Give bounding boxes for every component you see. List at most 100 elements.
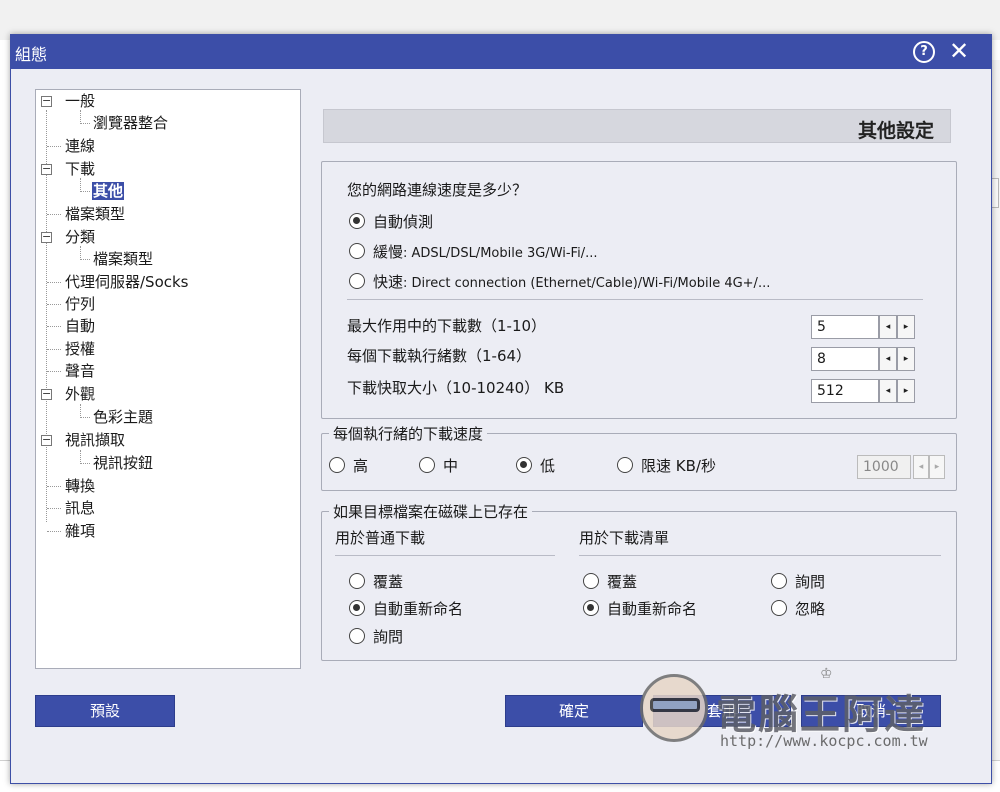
spin-right-icon[interactable]: ▸ bbox=[897, 315, 915, 339]
tree-connector bbox=[47, 282, 61, 283]
radio-list-ignore[interactable] bbox=[771, 600, 787, 616]
tree-connector bbox=[47, 508, 61, 509]
radio-normal-overwrite[interactable] bbox=[349, 573, 365, 589]
tree-item-video-capture[interactable]: 視訊擷取 bbox=[64, 429, 126, 451]
spin-left-icon[interactable]: ◂ bbox=[879, 379, 897, 403]
option-label: 覆蓋 bbox=[373, 573, 404, 591]
radio-speed-limit[interactable] bbox=[617, 457, 633, 473]
window-title: 組態 bbox=[15, 45, 48, 64]
tree-item-label: 色彩主題 bbox=[93, 408, 154, 426]
tree-item-proxy[interactable]: 代理伺服器/Socks bbox=[64, 271, 190, 293]
tree-item-label: 視訊按鈕 bbox=[93, 454, 154, 472]
tree-connector bbox=[80, 123, 90, 124]
tree-item-label: 授權 bbox=[65, 340, 96, 358]
tree-item-video-button[interactable]: 視訊按鈕 bbox=[92, 452, 154, 474]
radio-fast[interactable] bbox=[349, 273, 365, 289]
tree-item-label: 聲音 bbox=[65, 362, 96, 380]
radio-auto-detect[interactable] bbox=[349, 213, 365, 229]
radio-speed-medium[interactable] bbox=[419, 457, 435, 473]
tree-connector bbox=[47, 326, 61, 327]
option-label: 詢問 bbox=[373, 628, 404, 646]
tree-connector bbox=[80, 450, 81, 464]
tree-connector bbox=[80, 246, 81, 260]
option-label: 低 bbox=[540, 457, 556, 475]
tree-item-messages[interactable]: 訊息 bbox=[64, 497, 96, 519]
tree-connector bbox=[80, 417, 90, 418]
cache-size-input[interactable]: 512 bbox=[811, 379, 879, 403]
tree-connector bbox=[80, 404, 81, 418]
tree-item-browser-integration[interactable]: 瀏覽器整合 bbox=[92, 112, 169, 134]
option-label: 快速: Direct connection (Ethernet/Cable)/W… bbox=[373, 273, 771, 291]
spin-left-icon[interactable]: ◂ bbox=[913, 455, 929, 479]
spin-right-icon[interactable]: ▸ bbox=[897, 347, 915, 371]
tree-item-downloads[interactable]: 下載 bbox=[64, 158, 96, 180]
tree-item-conversion[interactable]: 轉換 bbox=[64, 475, 96, 497]
tree-item-categories[interactable]: 分類 bbox=[64, 226, 96, 248]
group-title: 如果目標檔案在磁碟上已存在 bbox=[329, 501, 533, 522]
tree-item-label: 檔案類型 bbox=[65, 205, 126, 223]
spin-left-icon[interactable]: ◂ bbox=[879, 347, 897, 371]
option-label: 忽略 bbox=[795, 600, 826, 618]
tree-item-misc[interactable]: 雜項 bbox=[64, 520, 96, 542]
collapse-icon[interactable]: − bbox=[41, 95, 52, 107]
tree-item-label: 連線 bbox=[65, 137, 96, 155]
tree-item-connection[interactable]: 連線 bbox=[64, 135, 96, 157]
radio-normal-ask[interactable] bbox=[349, 628, 365, 644]
watermark: ♔ 電腦王阿達 http://www.kocpc.com.tw bbox=[640, 664, 960, 758]
tree-item-other[interactable]: 其他 bbox=[92, 180, 125, 202]
tree-item-label: 一般 bbox=[65, 92, 96, 110]
radio-speed-low[interactable] bbox=[516, 457, 532, 473]
tree-item-category-file-types[interactable]: 檔案類型 bbox=[92, 248, 154, 270]
tree-item-automatic[interactable]: 自動 bbox=[64, 315, 96, 337]
max-active-downloads-input[interactable]: 5 bbox=[811, 315, 879, 339]
radio-slow[interactable] bbox=[349, 243, 365, 259]
tree-item-label: 訊息 bbox=[65, 499, 96, 517]
help-icon[interactable]: ? bbox=[913, 41, 935, 63]
collapse-icon[interactable]: − bbox=[41, 231, 52, 243]
spin-left-icon[interactable]: ◂ bbox=[879, 315, 897, 339]
spin-right-icon[interactable]: ▸ bbox=[929, 455, 945, 479]
tree-item-sounds[interactable]: 聲音 bbox=[64, 360, 96, 382]
option-label: 自動重新命名 bbox=[607, 600, 698, 618]
option-label: 中 bbox=[443, 457, 459, 475]
radio-speed-high[interactable] bbox=[329, 457, 345, 473]
subgroup-title: 用於普通下載 bbox=[335, 529, 426, 547]
radio-list-overwrite[interactable] bbox=[583, 573, 599, 589]
tree-item-label: 佇列 bbox=[65, 295, 96, 313]
crown-icon: ♔ bbox=[820, 666, 833, 682]
tree-connector bbox=[80, 110, 81, 124]
radio-list-auto-rename[interactable] bbox=[583, 600, 599, 616]
ok-button[interactable]: 確定 bbox=[505, 695, 643, 727]
threads-per-download-input[interactable]: 8 bbox=[811, 347, 879, 371]
option-label: 高 bbox=[353, 457, 369, 475]
radio-list-ask[interactable] bbox=[771, 573, 787, 589]
tree-connector bbox=[47, 371, 61, 372]
collapse-icon[interactable]: − bbox=[41, 163, 52, 175]
tree-connector bbox=[80, 259, 90, 260]
tree-connector bbox=[47, 486, 61, 487]
tree-item-license[interactable]: 授權 bbox=[64, 338, 96, 360]
option-label: 限速 KB/秒 bbox=[641, 457, 716, 475]
tree-item-label: 下載 bbox=[65, 160, 96, 178]
setting-label: 每個下載執行緒數（1-64） bbox=[347, 347, 532, 365]
close-icon[interactable]: ✕ bbox=[949, 37, 969, 65]
tree-item-file-types[interactable]: 檔案類型 bbox=[64, 203, 126, 225]
option-label: 自動重新命名 bbox=[373, 600, 464, 618]
tree-item-appearance[interactable]: 外觀 bbox=[64, 383, 96, 405]
tree-item-queue[interactable]: 佇列 bbox=[64, 293, 96, 315]
option-label: 覆蓋 bbox=[607, 573, 638, 591]
speed-limit-input[interactable]: 1000 bbox=[857, 455, 911, 479]
option-label: 詢問 bbox=[795, 573, 826, 591]
collapse-icon[interactable]: − bbox=[41, 434, 52, 446]
separator bbox=[347, 299, 923, 300]
collapse-icon[interactable]: − bbox=[41, 388, 52, 400]
tree-item-label: 分類 bbox=[65, 228, 96, 246]
spin-right-icon[interactable]: ▸ bbox=[897, 379, 915, 403]
watermark-url: http://www.kocpc.com.tw bbox=[720, 732, 928, 750]
radio-normal-auto-rename[interactable] bbox=[349, 600, 365, 616]
tree-item-label: 外觀 bbox=[65, 385, 96, 403]
group-title: 每個執行緒的下載速度 bbox=[329, 423, 488, 444]
default-button[interactable]: 預設 bbox=[35, 695, 175, 727]
tree-item-color-theme[interactable]: 色彩主題 bbox=[92, 406, 154, 428]
tree-item-general[interactable]: 一般 bbox=[64, 90, 96, 112]
